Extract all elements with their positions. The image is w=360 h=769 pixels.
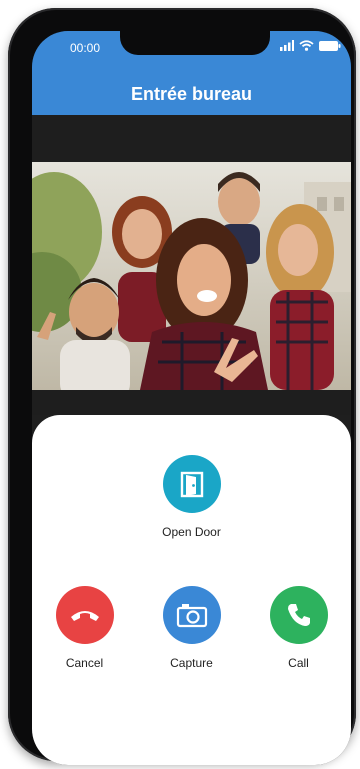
hangup-icon: [70, 611, 99, 621]
door-icon: [180, 471, 203, 498]
phone-icon: [287, 604, 310, 626]
video-bottom-band: [32, 390, 351, 415]
camera-feed-image: [32, 162, 351, 390]
app-header: 00:00 Entrée bureau: [32, 31, 351, 115]
call-circle[interactable]: [269, 586, 328, 644]
battery-icon: [319, 40, 341, 51]
camera-notch: [120, 31, 270, 55]
call-label: Call: [288, 656, 309, 670]
screen: 00:00 Entrée bureau Open Door Cancel Cap…: [32, 31, 351, 765]
camera-feed-illustration: [32, 162, 351, 390]
action-panel: Open Door Cancel Capture Call: [32, 415, 351, 765]
call-button[interactable]: Call: [266, 586, 331, 670]
capture-button[interactable]: Capture: [159, 586, 224, 670]
capture-label: Capture: [170, 656, 213, 670]
camera-icon: [176, 604, 207, 628]
open-door-label: Open Door: [162, 525, 221, 539]
cancel-circle[interactable]: [55, 586, 114, 644]
cancel-button[interactable]: Cancel: [52, 586, 117, 670]
status-icons: [280, 40, 341, 51]
capture-circle[interactable]: [162, 586, 221, 644]
cancel-label: Cancel: [65, 656, 104, 670]
signal-icon: [280, 40, 294, 51]
page-title: Entrée bureau: [130, 84, 253, 104]
video-top-band: [32, 115, 351, 162]
wifi-icon: [299, 40, 314, 51]
status-time: 00:00: [70, 41, 101, 55]
open-door-circle[interactable]: [162, 455, 221, 513]
open-door-button[interactable]: Open Door: [159, 455, 224, 539]
phone-frame: 00:00 Entrée bureau Open Door Cancel Cap…: [8, 8, 356, 765]
